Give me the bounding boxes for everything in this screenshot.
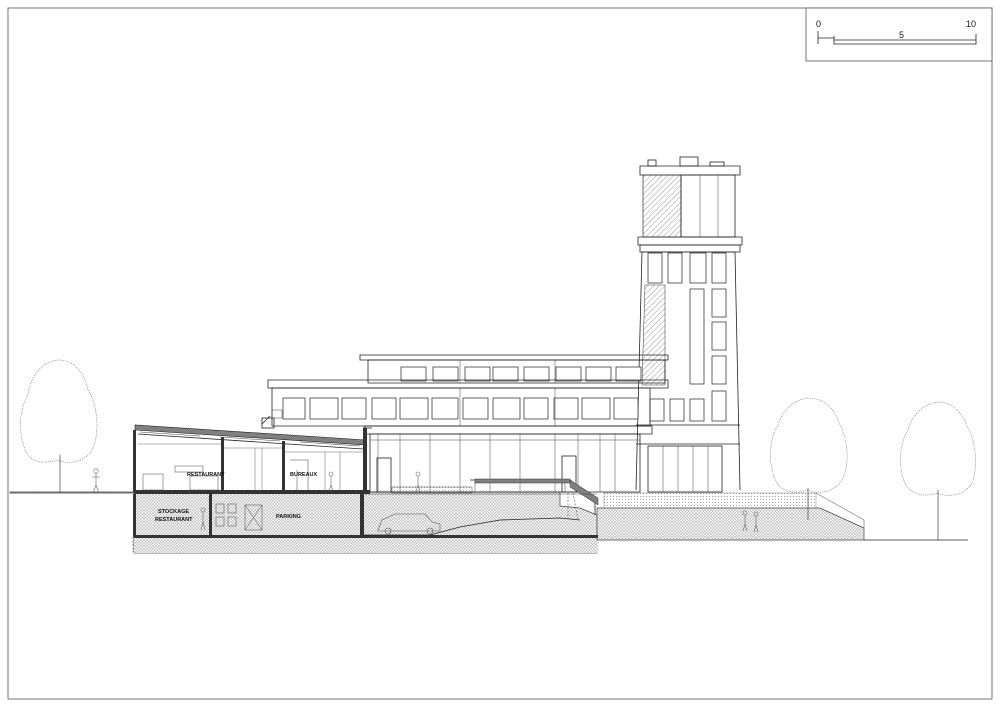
water-tower: [635, 156, 743, 493]
room-label-restaurant: RESTAURANT: [187, 472, 225, 478]
ground-floor-slab: [134, 490, 370, 494]
sheet-frame: [7, 7, 993, 700]
ground-under-building: [134, 537, 598, 553]
person-restaurant: [328, 471, 334, 492]
room-label-stockage-line2: RESTAURANT: [155, 517, 193, 523]
landscape-band: [603, 492, 817, 509]
room-label-bureaux: BUREAUX: [290, 472, 318, 478]
tree-left: [20, 359, 98, 493]
top-floor-windows: [400, 366, 642, 382]
room-label-parking: PARKING: [276, 514, 301, 520]
room-label-stockage-line1: STOCKAGE: [158, 509, 189, 515]
tower-shaft-hatch: [641, 284, 666, 386]
second-floor-windows: [282, 397, 639, 420]
basement-slab: [134, 535, 598, 538]
roof-sloped: [134, 424, 367, 446]
scale-bar: 0 5 10: [805, 7, 993, 62]
person-left-ground: [92, 468, 100, 494]
ground-right-slope: [596, 507, 865, 541]
scale-label-10: 10: [966, 19, 976, 29]
planter: [391, 486, 473, 494]
ground: [9, 491, 968, 554]
scale-label-0: 0: [816, 19, 821, 29]
tree-right-2: [900, 401, 976, 540]
ramp-parapet: [474, 478, 571, 484]
scale-label-5: 5: [899, 30, 904, 40]
tower-upper-hatch: [642, 174, 682, 238]
architectural-section-drawing: 0 5 10 RESTAURANT BUREAUX STOCKAGE RESTA…: [7, 7, 993, 700]
ramp-railing: [569, 479, 599, 506]
